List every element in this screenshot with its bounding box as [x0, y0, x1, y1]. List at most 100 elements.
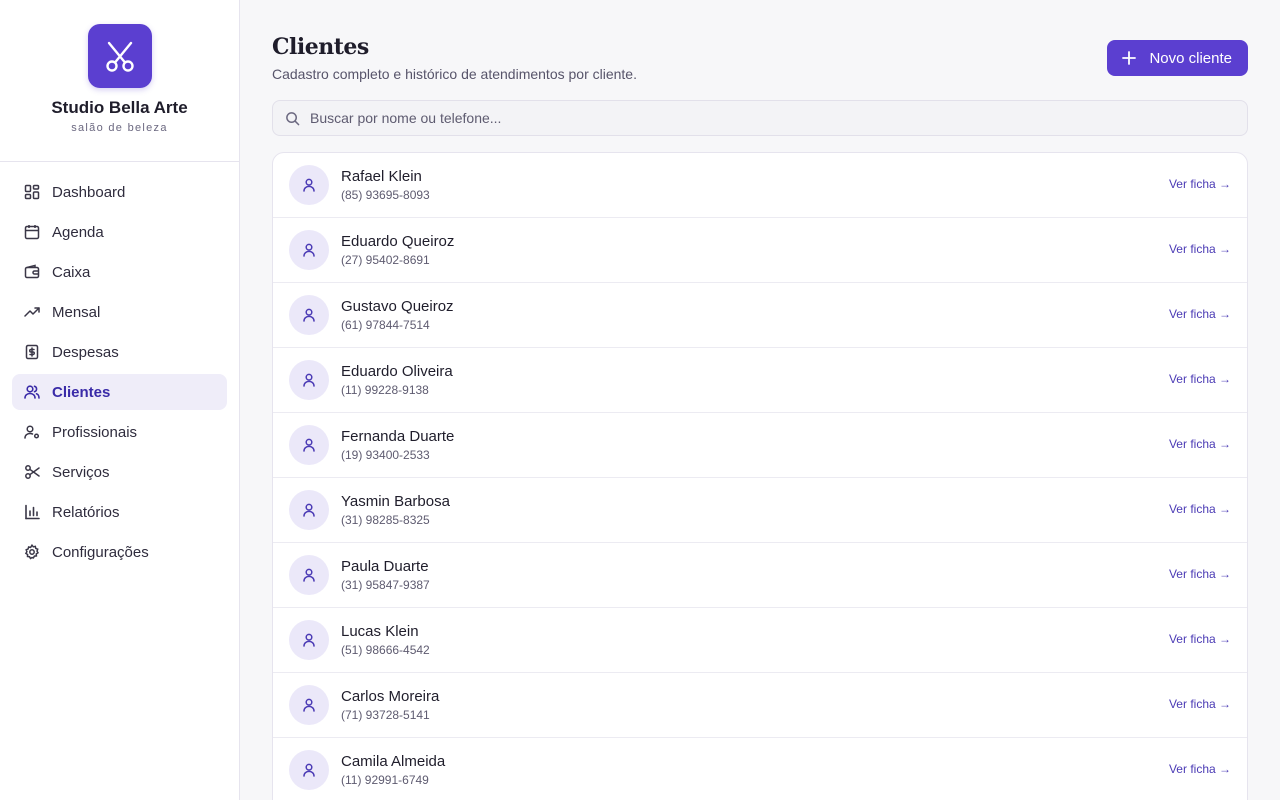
client-row[interactable]: Carlos Moreira (71) 93728-5141 Ver ficha… [273, 673, 1247, 738]
client-phone: (31) 98285-8325 [341, 513, 430, 527]
calendar-icon [24, 224, 40, 240]
user-avatar-icon [289, 165, 329, 205]
view-record-link[interactable]: Ver ficha → [1169, 437, 1231, 451]
view-record-link[interactable]: Ver ficha → [1169, 632, 1231, 646]
client-name: Camila Almeida [341, 753, 446, 770]
sidebar-item-profissionais[interactable]: Profissionais [12, 414, 227, 450]
gear-icon [24, 544, 40, 560]
client-phone: (31) 95847-9387 [341, 578, 430, 592]
sidebar-item-label: Configurações [52, 543, 149, 561]
bar-chart-icon [24, 504, 40, 520]
sidebar-item-servicos[interactable]: Serviços [12, 454, 227, 490]
search-icon [285, 111, 300, 126]
user-avatar-icon [289, 555, 329, 595]
client-row[interactable]: Eduardo Queiroz (27) 95402-8691 Ver fich… [273, 218, 1247, 283]
sidebar-item-label: Dashboard [52, 183, 126, 201]
user-avatar-icon [289, 620, 329, 660]
receipt-dollar-icon [24, 344, 40, 360]
client-info: Lucas Klein (51) 98666-4542 [341, 623, 430, 657]
client-name: Eduardo Queiroz [341, 233, 455, 250]
client-row[interactable]: Camila Almeida (11) 92991-6749 Ver ficha… [273, 738, 1247, 800]
client-list: Rafael Klein (85) 93695-8093 Ver ficha →… [272, 152, 1248, 800]
client-info: Rafael Klein (85) 93695-8093 [341, 168, 430, 202]
view-record-link[interactable]: Ver ficha → [1169, 307, 1231, 321]
brand-subtitle: salão de beleza [71, 122, 168, 134]
brand-block: Studio Bella Arte salão de beleza [0, 0, 239, 162]
sidebar-item-clientes[interactable]: Clientes [12, 374, 227, 410]
client-phone: (11) 99228-9138 [341, 383, 429, 397]
client-row[interactable]: Eduardo Oliveira (11) 99228-9138 Ver fic… [273, 348, 1247, 413]
client-row[interactable]: Lucas Klein (51) 98666-4542 Ver ficha → [273, 608, 1247, 673]
sidebar-item-label: Relatórios [52, 503, 120, 521]
client-phone: (27) 95402-8691 [341, 253, 430, 267]
client-info: Fernanda Duarte (19) 93400-2533 [341, 428, 454, 462]
client-name: Fernanda Duarte [341, 428, 455, 445]
plus-icon [1121, 50, 1137, 66]
client-info: Gustavo Queiroz (61) 97844-7514 [341, 298, 454, 332]
sidebar-item-label: Clientes [52, 383, 111, 401]
new-client-button[interactable]: Novo cliente [1107, 40, 1248, 76]
view-record-link[interactable]: Ver ficha → [1169, 567, 1231, 581]
page-title: Clientes [272, 34, 369, 60]
page-header: Clientes Cadastro completo e histórico d… [272, 0, 1248, 100]
sidebar-item-label: Profissionais [52, 423, 138, 441]
user-avatar-icon [289, 490, 329, 530]
sidebar-nav: Dashboard Agenda Caixa Mensal Despesas C… [0, 162, 239, 586]
client-phone: (11) 92991-6749 [341, 773, 429, 787]
sidebar-item-label: Caixa [52, 263, 91, 281]
sidebar-item-mensal[interactable]: Mensal [12, 294, 227, 330]
sidebar-item-dashboard[interactable]: Dashboard [12, 174, 227, 210]
client-info: Yasmin Barbosa (31) 98285-8325 [341, 493, 450, 527]
user-avatar-icon [289, 295, 329, 335]
client-name: Paula Duarte [341, 558, 429, 575]
dashboard-icon [24, 184, 40, 200]
client-row[interactable]: Fernanda Duarte (19) 93400-2533 Ver fich… [273, 413, 1247, 478]
user-avatar-icon [289, 425, 329, 465]
client-row[interactable]: Rafael Klein (85) 93695-8093 Ver ficha → [273, 153, 1247, 218]
client-row[interactable]: Paula Duarte (31) 95847-9387 Ver ficha → [273, 543, 1247, 608]
client-name: Yasmin Barbosa [341, 493, 450, 510]
view-record-link[interactable]: Ver ficha → [1169, 177, 1231, 191]
sidebar-item-label: Serviços [52, 463, 110, 481]
sidebar-item-relatorios[interactable]: Relatórios [12, 494, 227, 530]
view-record-link[interactable]: Ver ficha → [1169, 372, 1231, 386]
client-name: Rafael Klein [341, 168, 422, 185]
search-bar [272, 100, 1248, 136]
trending-up-icon [24, 304, 40, 320]
client-info: Eduardo Queiroz (27) 95402-8691 [341, 233, 454, 267]
scissors-icon [24, 464, 40, 480]
scissors-logo-icon [87, 24, 152, 88]
sidebar-item-label: Agenda [52, 223, 104, 241]
new-client-label: Novo cliente [1149, 49, 1232, 67]
view-record-link[interactable]: Ver ficha → [1169, 762, 1231, 776]
client-name: Eduardo Oliveira [341, 363, 453, 380]
view-record-link[interactable]: Ver ficha → [1169, 242, 1231, 256]
search-input[interactable] [310, 110, 1210, 126]
client-row[interactable]: Gustavo Queiroz (61) 97844-7514 Ver fich… [273, 283, 1247, 348]
sidebar-item-label: Mensal [52, 303, 101, 321]
sidebar-item-caixa[interactable]: Caixa [12, 254, 227, 290]
user-avatar-icon [289, 230, 329, 270]
view-record-link[interactable]: Ver ficha → [1169, 697, 1231, 711]
client-phone: (85) 93695-8093 [341, 188, 430, 202]
client-phone: (71) 93728-5141 [341, 708, 430, 722]
client-name: Lucas Klein [341, 623, 419, 640]
client-row[interactable]: Yasmin Barbosa (31) 98285-8325 Ver ficha… [273, 478, 1247, 543]
client-info: Camila Almeida (11) 92991-6749 [341, 753, 445, 787]
client-name: Carlos Moreira [341, 688, 440, 705]
client-info: Paula Duarte (31) 95847-9387 [341, 558, 430, 592]
sidebar-item-label: Despesas [52, 343, 119, 361]
sidebar-item-agenda[interactable]: Agenda [12, 214, 227, 250]
client-phone: (19) 93400-2533 [341, 448, 430, 462]
wallet-icon [24, 264, 40, 280]
user-cog-icon [24, 424, 40, 440]
client-name: Gustavo Queiroz [341, 298, 454, 315]
client-info: Eduardo Oliveira (11) 99228-9138 [341, 363, 453, 397]
main-content: Clientes Cadastro completo e histórico d… [240, 0, 1280, 800]
view-record-link[interactable]: Ver ficha → [1169, 502, 1231, 516]
brand-name: Studio Bella Arte [51, 98, 188, 117]
sidebar-item-configuracoes[interactable]: Configurações [12, 534, 227, 570]
sidebar-item-despesas[interactable]: Despesas [12, 334, 227, 370]
page-subtitle: Cadastro completo e histórico de atendim… [272, 66, 637, 82]
client-phone: (51) 98666-4542 [341, 643, 430, 657]
